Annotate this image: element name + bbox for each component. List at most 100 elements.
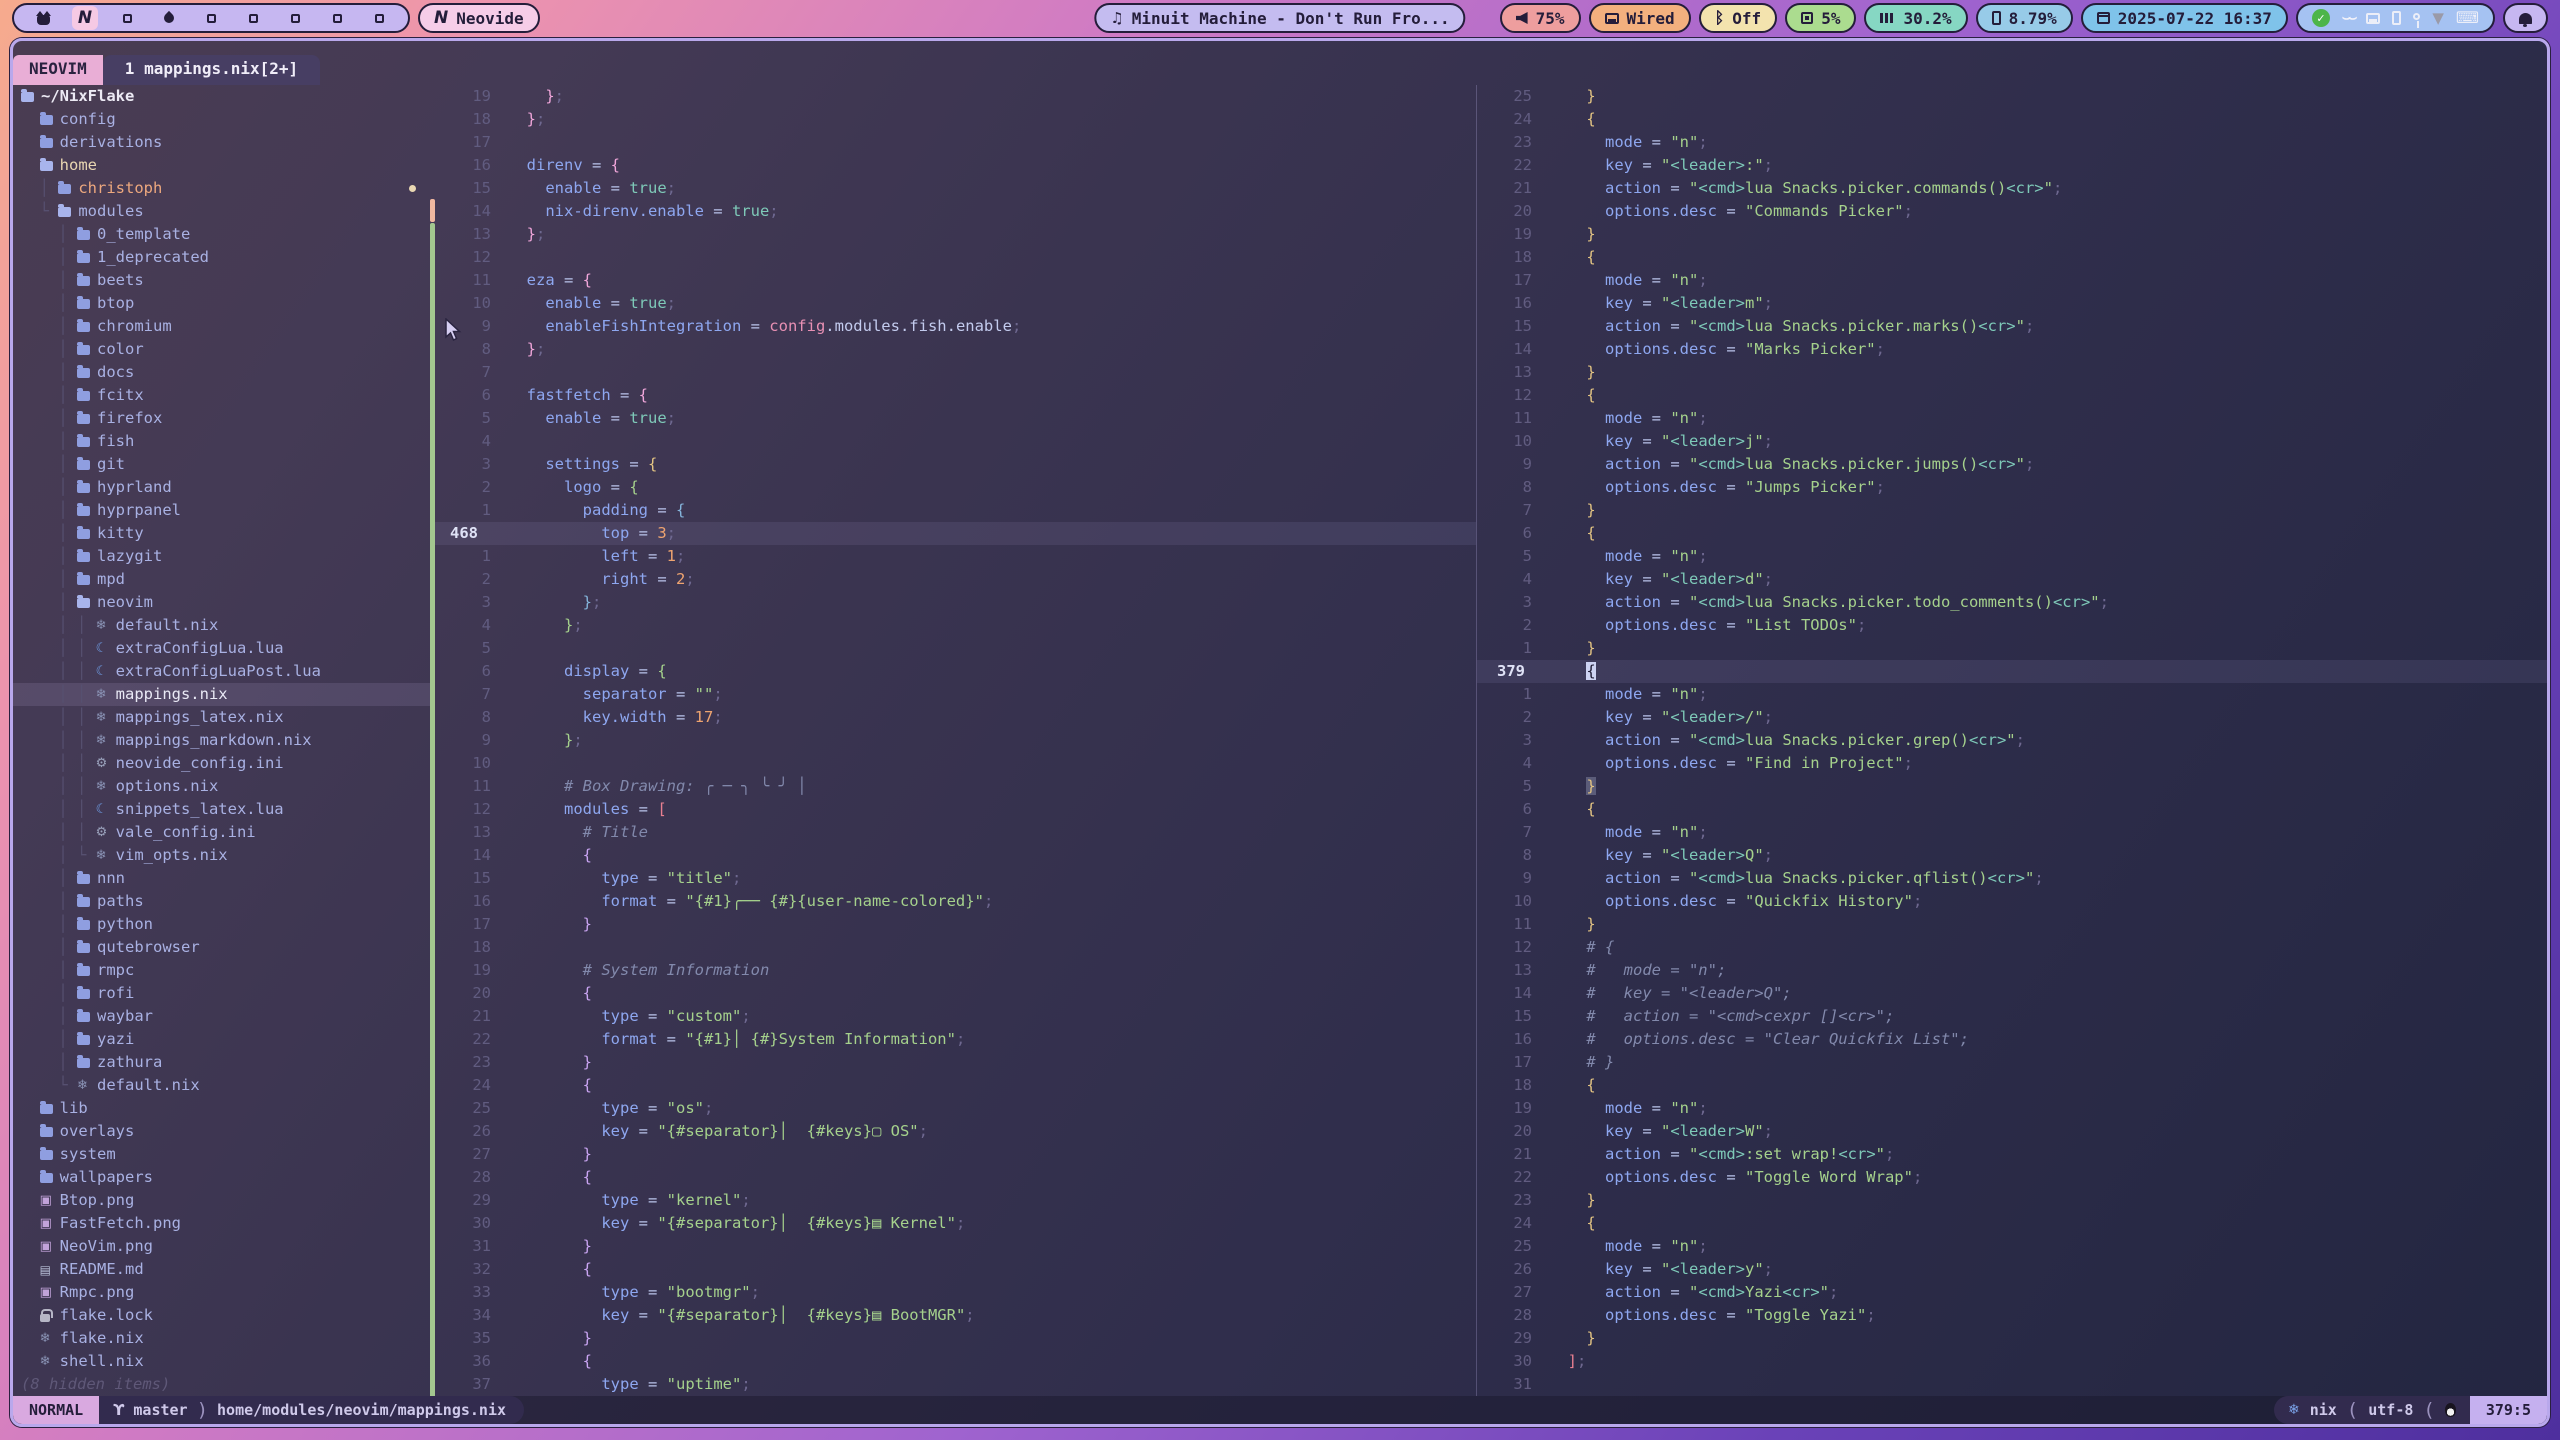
- tree-item-chromium[interactable]: │ chromium: [13, 315, 430, 338]
- code-line[interactable]: 13 }: [1477, 361, 2547, 384]
- code-line[interactable]: 16 format = "{#1}╭── {#}{user-name-color…: [430, 890, 1476, 913]
- tray-check-icon[interactable]: ✓: [2312, 9, 2330, 27]
- code-line[interactable]: 15 enable = true;: [430, 177, 1476, 200]
- tree-item-waybar[interactable]: │ waybar: [13, 1005, 430, 1028]
- code-line[interactable]: 26 key = "{#separator}│ {#keys}▢ OS";: [430, 1120, 1476, 1143]
- tree-item-kitty[interactable]: │ kitty: [13, 522, 430, 545]
- code-line[interactable]: 22 key = "<leader>:";: [1477, 154, 2547, 177]
- tree-item-system[interactable]: system: [13, 1143, 430, 1166]
- code-line[interactable]: 12 # {: [1477, 936, 2547, 959]
- code-line[interactable]: 23 mode = "n";: [1477, 131, 2547, 154]
- file-tree[interactable]: ~/NixFlake config derivations home │ chr…: [13, 85, 430, 1396]
- code-line[interactable]: 2 options.desc = "List TODOs";: [1477, 614, 2547, 637]
- workspace-item-square[interactable]: [366, 6, 392, 30]
- code-line[interactable]: 2 logo = {: [430, 476, 1476, 499]
- code-line[interactable]: 22 format = "{#1}│ {#}System Information…: [430, 1028, 1476, 1051]
- tree-item-qutebrowser[interactable]: │ qutebrowser: [13, 936, 430, 959]
- tree-item-README.md[interactable]: ▤README.md: [13, 1258, 430, 1281]
- code-line[interactable]: 1 padding = {: [430, 499, 1476, 522]
- tree-item-mappings.nix[interactable]: │ │ ❄mappings.nix: [13, 683, 430, 706]
- code-line[interactable]: 18 };: [430, 108, 1476, 131]
- code-line[interactable]: 3 settings = {: [430, 453, 1476, 476]
- code-line[interactable]: 2 key = "<leader>/";: [1477, 706, 2547, 729]
- code-line[interactable]: 11 }: [1477, 913, 2547, 936]
- tree-item-Btop.png[interactable]: ▣Btop.png: [13, 1189, 430, 1212]
- tree-item-flake.lock[interactable]: flake.lock: [13, 1304, 430, 1327]
- code-line[interactable]: 12 modules = [: [430, 798, 1476, 821]
- code-line[interactable]: 379 {: [1477, 660, 2547, 683]
- code-line[interactable]: 14 nix-direnv.enable = true;: [430, 200, 1476, 223]
- editor-pane-left[interactable]: 19 };18 };1716 direnv = {15 enable = tru…: [430, 85, 1476, 1396]
- code-line[interactable]: 4: [430, 430, 1476, 453]
- tree-item-mappings_markdown.nix[interactable]: │ │ ❄mappings_markdown.nix: [13, 729, 430, 752]
- tree-item-rmpc[interactable]: │ rmpc: [13, 959, 430, 982]
- code-line[interactable]: 5 enable = true;: [430, 407, 1476, 430]
- code-line[interactable]: 13 };: [430, 223, 1476, 246]
- code-line[interactable]: 6 display = {: [430, 660, 1476, 683]
- tree-item-rofi[interactable]: │ rofi: [13, 982, 430, 1005]
- status-pill-cpu[interactable]: 5%: [1785, 3, 1856, 33]
- code-line[interactable]: 4 options.desc = "Find in Project";: [1477, 752, 2547, 775]
- code-line[interactable]: 7: [430, 361, 1476, 384]
- code-line[interactable]: 4 };: [430, 614, 1476, 637]
- tree-item-8hiddenitems[interactable]: (8 hidden items): [13, 1373, 430, 1396]
- code-line[interactable]: 2 right = 2;: [430, 568, 1476, 591]
- tree-item-extraConfigLua.lua[interactable]: │ │ ☾extraConfigLua.lua: [13, 637, 430, 660]
- code-line[interactable]: 20 {: [430, 982, 1476, 1005]
- tree-item-NeoVim.png[interactable]: ▣NeoVim.png: [13, 1235, 430, 1258]
- code-line[interactable]: 13 # Title: [430, 821, 1476, 844]
- tree-item-vale_config.ini[interactable]: │ │ ⚙vale_config.ini: [13, 821, 430, 844]
- tree-item-shell.nix[interactable]: ❄shell.nix: [13, 1350, 430, 1373]
- code-line[interactable]: 24 {: [1477, 108, 2547, 131]
- system-tray[interactable]: ✓⌣⌣▼⌨: [2296, 3, 2495, 33]
- code-line[interactable]: 5 }: [1477, 775, 2547, 798]
- code-line[interactable]: 24 {: [1477, 1212, 2547, 1235]
- code-line[interactable]: 32 {: [430, 1258, 1476, 1281]
- code-line[interactable]: 6 {: [1477, 798, 2547, 821]
- notification-bell-pill[interactable]: [2503, 3, 2548, 33]
- tree-item-hyprpanel[interactable]: │ hyprpanel: [13, 499, 430, 522]
- tray-mustache-icon[interactable]: ⌣⌣: [2342, 11, 2354, 25]
- code-line[interactable]: 11 eza = {: [430, 269, 1476, 292]
- tree-item-options.nix[interactable]: │ │ ❄options.nix: [13, 775, 430, 798]
- tree-item-mappings_latex.nix[interactable]: │ │ ❄mappings_latex.nix: [13, 706, 430, 729]
- code-line[interactable]: 36 {: [430, 1350, 1476, 1373]
- tree-item-zathura[interactable]: │ zathura: [13, 1051, 430, 1074]
- code-line[interactable]: 14 {: [430, 844, 1476, 867]
- code-line[interactable]: 9 enableFishIntegration = config.modules…: [430, 315, 1476, 338]
- tree-item-yazi[interactable]: │ yazi: [13, 1028, 430, 1051]
- tree-item-fcitx[interactable]: │ fcitx: [13, 384, 430, 407]
- tray-keyboard-icon[interactable]: ⌨: [2456, 10, 2479, 26]
- code-line[interactable]: 10 key = "<leader>j";: [1477, 430, 2547, 453]
- code-line[interactable]: 24 {: [430, 1074, 1476, 1097]
- code-line[interactable]: 27 }: [430, 1143, 1476, 1166]
- tree-item-hyprland[interactable]: │ hyprland: [13, 476, 430, 499]
- code-line[interactable]: 15 action = "<cmd>lua Snacks.picker.mark…: [1477, 315, 2547, 338]
- tree-item-paths[interactable]: │ paths: [13, 890, 430, 913]
- code-line[interactable]: 34 key = "{#separator}│ {#keys}▤ BootMGR…: [430, 1304, 1476, 1327]
- code-line[interactable]: 4 key = "<leader>d";: [1477, 568, 2547, 591]
- tree-item-wallpapers[interactable]: wallpapers: [13, 1166, 430, 1189]
- code-line[interactable]: 16 direnv = {: [430, 154, 1476, 177]
- tree-item-extraConfigLuaPost.lua[interactable]: │ │ ☾extraConfigLuaPost.lua: [13, 660, 430, 683]
- workspace-item-flame[interactable]: [156, 6, 182, 30]
- code-line[interactable]: 19 };: [430, 85, 1476, 108]
- tree-item-home[interactable]: home: [13, 154, 430, 177]
- tree-item-python[interactable]: │ python: [13, 913, 430, 936]
- code-line[interactable]: 6 fastfetch = {: [430, 384, 1476, 407]
- code-line[interactable]: 10: [430, 752, 1476, 775]
- tree-item-git[interactable]: │ git: [13, 453, 430, 476]
- code-line[interactable]: 11 mode = "n";: [1477, 407, 2547, 430]
- status-pill-disk[interactable]: 8.79%: [1976, 3, 2073, 33]
- tree-item-0_template[interactable]: │ 0_template: [13, 223, 430, 246]
- tree-item-neovide_config.ini[interactable]: │ │ ⚙neovide_config.ini: [13, 752, 430, 775]
- code-line[interactable]: 12: [430, 246, 1476, 269]
- code-line[interactable]: 25 type = "os";: [430, 1097, 1476, 1120]
- code-line[interactable]: 9 action = "<cmd>lua Snacks.picker.jumps…: [1477, 453, 2547, 476]
- tree-item-FastFetch.png[interactable]: ▣FastFetch.png: [13, 1212, 430, 1235]
- code-line[interactable]: 8 options.desc = "Jumps Picker";: [1477, 476, 2547, 499]
- code-line[interactable]: 17 # }: [1477, 1051, 2547, 1074]
- git-branch-label[interactable]: master: [133, 1401, 187, 1419]
- workspace-item-square[interactable]: [282, 6, 308, 30]
- tree-item-flake.nix[interactable]: ❄flake.nix: [13, 1327, 430, 1350]
